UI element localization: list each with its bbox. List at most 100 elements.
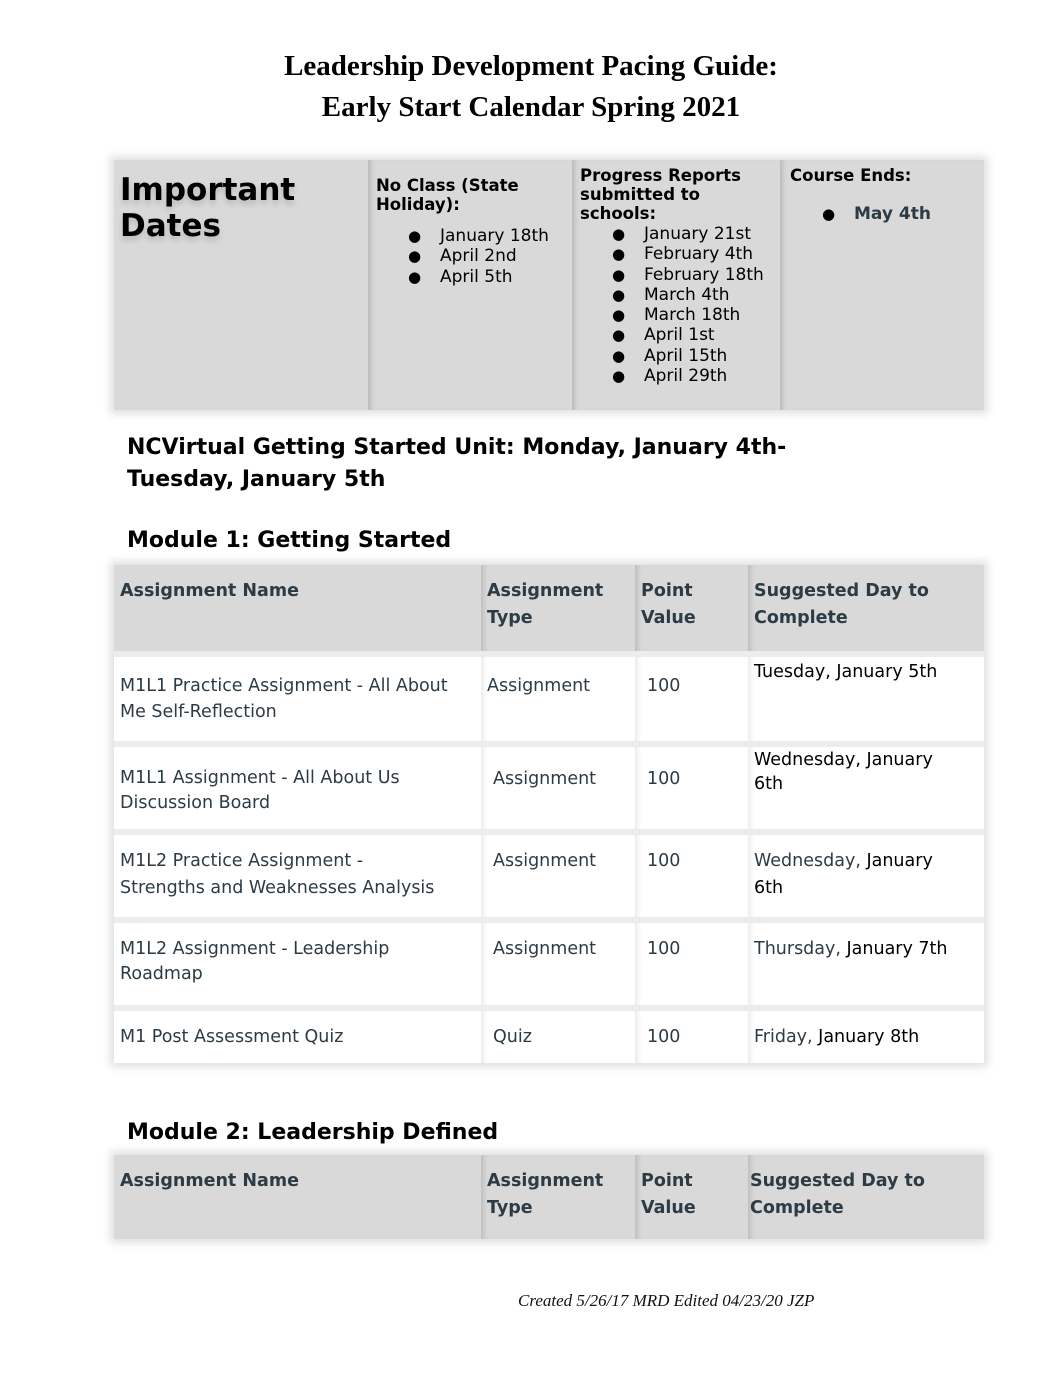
progress-reports-cell: Progress Reports submitted to schools: J… bbox=[572, 160, 780, 410]
column-header-point-value: Point Value bbox=[635, 565, 748, 651]
title-line-2: Early Start Calendar Spring 2021 bbox=[321, 91, 741, 123]
table-row: M1L2 Assignment - Leadership Roadmap Ass… bbox=[114, 917, 984, 1005]
point-value-cell: 100 bbox=[635, 1011, 748, 1063]
header-text: Value bbox=[641, 608, 696, 628]
title-line-1: Leadership Development Pacing Guide: bbox=[284, 50, 778, 82]
list-item: February 18th bbox=[612, 265, 764, 286]
heading-line: Holiday): bbox=[376, 195, 460, 214]
module-2-table: Assignment Name Assignment Type Point Va… bbox=[114, 1155, 984, 1239]
table-row: M1L1 Practice Assignment - All About Me … bbox=[114, 651, 984, 741]
column-header-assignment-name: Assignment Name bbox=[114, 1155, 481, 1239]
assignment-name: M1L2 Assignment - Leadership bbox=[120, 939, 390, 959]
header-text: Assignment Name bbox=[120, 581, 299, 601]
header-text: Type bbox=[487, 1198, 533, 1218]
footer-edit-note: Created 5/26/17 MRD Edited 04/23/20 JZP bbox=[518, 1291, 815, 1310]
suggested-day-cell: Wednesday, January 6th bbox=[748, 835, 984, 917]
column-header-assignment-name: Assignment Name bbox=[114, 565, 481, 651]
suggested-date: January 5th bbox=[830, 662, 938, 682]
header-text: Assignment bbox=[487, 1171, 604, 1191]
header-text: Assignment bbox=[487, 581, 604, 601]
suggested-date: January 8th bbox=[812, 1027, 920, 1047]
heading-line: submitted to bbox=[580, 185, 700, 204]
point-value-cell: 100 bbox=[635, 747, 748, 829]
header-text: Complete bbox=[750, 1198, 844, 1218]
header-text: Point bbox=[641, 581, 693, 601]
heading-line: No Class (State bbox=[376, 176, 519, 195]
point-value-cell: 100 bbox=[635, 835, 748, 917]
table-header-row: Assignment Name Assignment Type Point Va… bbox=[114, 1155, 984, 1239]
heading-line: schools: bbox=[580, 204, 657, 223]
course-ends-cell: Course Ends: May 4th bbox=[780, 160, 984, 410]
assignment-name: M1L2 Practice Assignment - bbox=[120, 851, 364, 871]
assignment-name-cell: M1L1 Practice Assignment - All About Me … bbox=[114, 657, 481, 741]
assignment-name: Roadmap bbox=[120, 964, 203, 984]
course-ends-list: May 4th bbox=[822, 204, 931, 225]
header-text: Value bbox=[641, 1198, 696, 1218]
table-header-row: Assignment Name Assignment Type Point Va… bbox=[114, 565, 984, 651]
point-value-cell: 100 bbox=[635, 657, 748, 741]
document-title: Leadership Development Pacing Guide: Ear… bbox=[0, 46, 1062, 128]
assignment-name: Discussion Board bbox=[120, 793, 271, 813]
assignment-name-cell: M1L1 Assignment - All About Us Discussio… bbox=[114, 747, 481, 829]
header-text: Assignment Name bbox=[120, 1171, 299, 1191]
assignment-name-cell: M1 Post Assessment Quiz bbox=[114, 1011, 481, 1063]
heading-line: NCVirtual Getting Started Unit: Monday, … bbox=[127, 435, 787, 460]
assignment-name: Strengths and Weaknesses Analysis bbox=[120, 878, 435, 898]
assignment-type-cell: Assignment bbox=[481, 657, 635, 741]
list-item: May 4th bbox=[822, 204, 931, 225]
no-class-heading: No Class (State Holiday): bbox=[376, 176, 519, 214]
list-item: February 4th bbox=[612, 244, 764, 265]
list-item: April 29th bbox=[612, 366, 764, 387]
module-1-heading: Module 1: Getting Started bbox=[127, 528, 452, 553]
assignment-type-cell: Assignment bbox=[481, 835, 635, 917]
assignment-name: M1L1 Assignment - All About Us bbox=[120, 768, 400, 788]
list-item: March 4th bbox=[612, 285, 764, 306]
table-row: M1 Post Assessment Quiz Quiz 100 Friday,… bbox=[114, 1005, 984, 1063]
suggested-weekday: Friday, bbox=[754, 1027, 813, 1047]
header-text: Suggested Day to bbox=[750, 1171, 925, 1191]
assignment-name: M1L1 Practice Assignment - All About bbox=[120, 676, 448, 696]
suggested-day-cell: Tuesday, January 5th bbox=[748, 657, 984, 741]
list-item: April 1st bbox=[612, 325, 764, 346]
suggested-date: January bbox=[860, 750, 933, 770]
list-item: January 18th bbox=[408, 226, 549, 247]
column-header-assignment-type: Assignment Type bbox=[481, 1155, 635, 1239]
column-header-point-value: Point Value bbox=[635, 1155, 748, 1239]
suggested-weekday: Wednesday, bbox=[754, 851, 861, 871]
list-item: March 18th bbox=[612, 305, 764, 326]
heading-line: Tuesday, January 5th bbox=[127, 467, 386, 492]
course-ends-heading: Course Ends: bbox=[790, 166, 912, 185]
list-item: April 2nd bbox=[408, 246, 549, 267]
suggested-date-cont: 6th bbox=[754, 878, 784, 898]
assignment-type-cell: Assignment bbox=[481, 747, 635, 829]
list-item: April 5th bbox=[408, 267, 549, 288]
important-dates-heading-cell: Important Dates bbox=[114, 160, 368, 410]
important-dates-heading: Important Dates bbox=[120, 172, 295, 244]
assignment-name-cell: M1L2 Practice Assignment - Strengths and… bbox=[114, 835, 481, 917]
column-header-suggested-day: Suggested Day to Complete bbox=[748, 1155, 984, 1239]
suggested-weekday: Wednesday, bbox=[754, 750, 861, 770]
heading-line: Important bbox=[120, 172, 296, 208]
suggested-day-cell: Thursday, January 7th bbox=[748, 923, 984, 1005]
suggested-date: January bbox=[860, 851, 933, 871]
module-1-table: Assignment Name Assignment Type Point Va… bbox=[114, 565, 984, 1063]
no-class-list: January 18th April 2nd April 5th bbox=[408, 226, 549, 287]
suggested-date: January 7th bbox=[840, 939, 948, 959]
getting-started-unit-heading: NCVirtual Getting Started Unit: Monday, … bbox=[127, 432, 887, 496]
progress-reports-heading: Progress Reports submitted to schools: bbox=[580, 166, 741, 223]
assignment-type-cell: Assignment bbox=[481, 923, 635, 1005]
suggested-weekday: Thursday, bbox=[754, 939, 841, 959]
suggested-day-cell: Friday, January 8th bbox=[748, 1011, 984, 1063]
point-value-cell: 100 bbox=[635, 923, 748, 1005]
assignment-name-cell: M1L2 Assignment - Leadership Roadmap bbox=[114, 923, 481, 1005]
suggested-day-cell: Wednesday, January 6th bbox=[748, 747, 984, 829]
header-text: Point bbox=[641, 1171, 693, 1191]
progress-reports-list: January 21st February 4th February 18th … bbox=[612, 224, 764, 387]
header-text: Suggested Day to bbox=[754, 581, 929, 601]
table-row: M1L2 Practice Assignment - Strengths and… bbox=[114, 829, 984, 917]
header-text: Type bbox=[487, 608, 533, 628]
list-item: April 15th bbox=[612, 346, 764, 367]
suggested-date-cont: 6th bbox=[754, 774, 784, 794]
assignment-name: M1 Post Assessment Quiz bbox=[120, 1027, 344, 1047]
list-item: January 21st bbox=[612, 224, 764, 245]
